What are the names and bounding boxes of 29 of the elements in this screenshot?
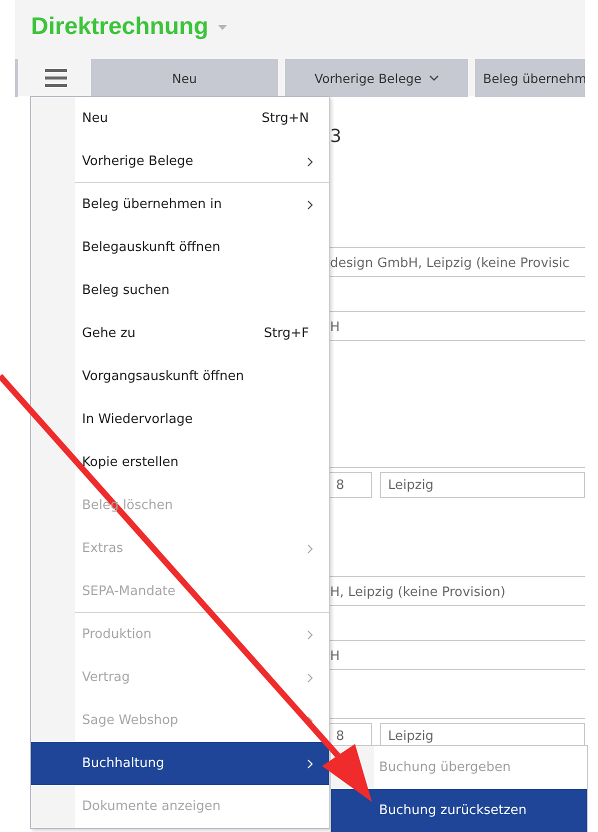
chevron-icon (307, 630, 313, 640)
chevron-icon (307, 200, 313, 210)
menu-item[interactable]: Vorgangsauskunft öffnen (31, 355, 329, 398)
menu-icon[interactable] (45, 69, 67, 87)
city-field[interactable]: Leipzig (380, 472, 585, 498)
menu-item[interactable]: Belegauskunft öffnen (31, 226, 329, 269)
menu-item[interactable]: Neu Strg+N (31, 97, 329, 140)
menu-item[interactable]: In Wiedervorlage (31, 398, 329, 441)
chevron-icon (307, 156, 313, 166)
toolbar-button[interactable]: Beleg übernehm (475, 59, 585, 97)
menu-item[interactable]: Gehe zu Strg+F (31, 312, 329, 355)
chevron-icon (307, 544, 313, 554)
chevron-icon (307, 758, 313, 768)
menu-item[interactable]: Vorherige Belege (31, 140, 329, 183)
chevron-icon (307, 672, 313, 682)
menu-item[interactable]: Beleg suchen (31, 269, 329, 312)
menu-item[interactable]: Buchhaltung (31, 742, 329, 785)
input-field[interactable]: H (330, 316, 585, 341)
document-number: 3 (330, 126, 342, 147)
chevron-icon (428, 75, 439, 81)
input-field[interactable]: H, Leipzig (keine Provision) (330, 581, 585, 606)
input-field[interactable]: design GmbH, Leipzig (keine Provisic (330, 252, 585, 277)
toolbar-button[interactable]: Neu (91, 59, 278, 97)
input-field[interactable]: H (330, 645, 585, 670)
menu-item[interactable]: Buchung zurücksetzen (331, 789, 587, 832)
menu-item[interactable]: Beleg übernehmen in (31, 183, 329, 226)
menu-item[interactable]: Kopie erstellen (31, 441, 329, 484)
toolbar-button[interactable]: Vorherige Belege (285, 59, 468, 97)
window-title: Direktrechnung (31, 13, 208, 41)
